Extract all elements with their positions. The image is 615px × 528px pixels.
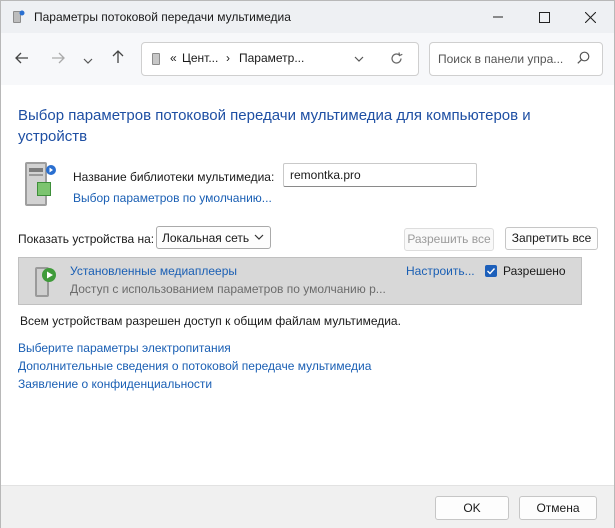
page-title: Выбор параметров потоковой передачи муль… [18,107,531,145]
main-content: Выбор параметров потоковой передачи муль… [1,85,614,485]
chevron-down-icon[interactable] [354,56,364,62]
library-name-value: remontka.pro [290,168,361,182]
minimize-button[interactable] [475,1,521,33]
breadcrumb-prefix: « [170,51,177,65]
search-icon [577,51,590,64]
checkmark-icon [487,268,496,275]
breadcrumb-settings[interactable]: Параметр... [239,51,304,65]
device-description: Доступ с использованием параметров по ум… [70,282,386,296]
configure-link[interactable]: Настроить... [406,264,475,278]
device-row[interactable]: Установленные медиаплееры Доступ с испол… [18,257,582,305]
cancel-button[interactable]: Отмена [519,496,597,520]
media-library-icon [25,162,56,206]
dialog-footer: OK Отмена [1,485,614,528]
minimize-icon [493,16,503,18]
allowed-label: Разрешено [503,264,566,278]
device-name-link[interactable]: Установленные медиаплееры [70,264,237,278]
block-all-button[interactable]: Запретить все [505,227,598,250]
show-devices-label: Показать устройства на: [18,232,155,246]
default-settings-link[interactable]: Выбор параметров по умолчанию... [73,191,272,205]
back-button[interactable] [11,50,33,70]
ok-button[interactable]: OK [435,496,509,520]
library-name-field[interactable]: remontka.pro [283,163,477,187]
dialog-window: Параметры потоковой передачи мультимедиа [0,0,615,528]
show-devices-value: Локальная сеть [162,231,250,245]
maximize-button[interactable] [521,1,567,33]
forward-button[interactable] [47,50,69,70]
up-button[interactable] [107,50,129,70]
arrow-right-icon [52,52,65,64]
privacy-statement-link[interactable]: Заявление о конфиденциальности [18,377,212,391]
more-info-link[interactable]: Дополнительные сведения о потоковой пере… [18,359,371,373]
breadcrumb-control-panel[interactable]: Цент... [182,51,218,65]
control-panel-icon [152,53,160,65]
breadcrumb-separator: › [226,51,230,65]
recent-locations-button[interactable] [77,50,99,70]
allow-all-button[interactable]: Разрешить все [404,228,494,251]
media-player-icon [35,267,56,297]
arrow-left-icon [15,52,28,64]
window-title: Параметры потоковой передачи мультимедиа [34,10,291,24]
chevron-down-icon [254,234,264,240]
status-text: Всем устройствам разрешен доступ к общим… [20,314,401,328]
library-name-label: Название библиотеки мультимедиа: [73,170,275,184]
chevron-down-icon [83,58,93,64]
close-button[interactable] [567,1,613,33]
show-devices-select[interactable]: Локальная сеть [156,226,271,249]
allowed-checkbox[interactable] [485,265,497,277]
power-options-link[interactable]: Выберите параметры электропитания [18,341,231,355]
title-bar: Параметры потоковой передачи мультимедиа [1,1,614,33]
address-bar[interactable]: « Цент... › Параметр... [141,42,419,76]
close-icon [584,11,596,23]
refresh-icon[interactable] [390,52,403,65]
media-server-icon [13,10,25,23]
search-input[interactable]: Поиск в панели упра... [438,52,566,66]
navigation-bar: « Цент... › Параметр... Поиск в панели у… [1,33,614,85]
maximize-icon [538,11,550,23]
arrow-up-icon [112,50,124,63]
search-box[interactable]: Поиск в панели упра... [429,42,603,76]
